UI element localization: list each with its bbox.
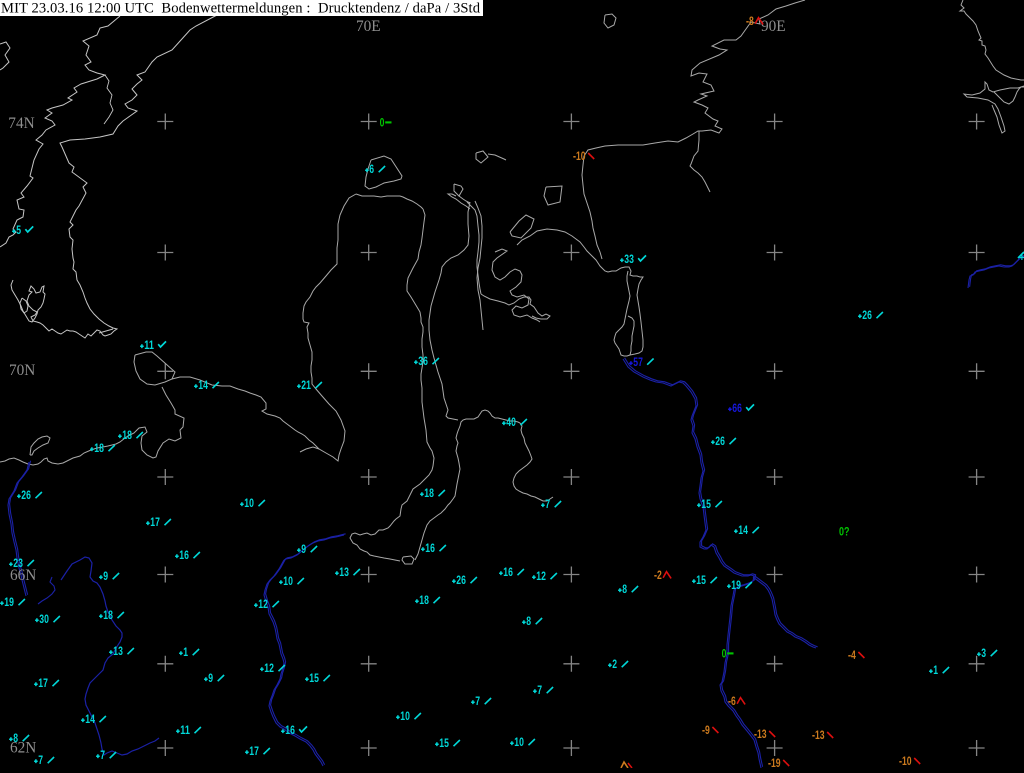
svg-text:9: 9 [103,569,108,583]
svg-text:15: 15 [309,671,319,685]
svg-text:5: 5 [16,223,21,237]
svg-text:1: 1 [183,645,188,659]
svg-text:18: 18 [103,608,113,622]
svg-text:8: 8 [526,614,531,628]
svg-text:7: 7 [537,683,542,697]
svg-text:66: 66 [732,401,742,415]
svg-text:26: 26 [862,308,872,322]
svg-text:18: 18 [419,593,429,607]
svg-text:12: 12 [536,569,546,583]
svg-text:0: 0 [380,116,385,130]
svg-text:2: 2 [657,568,662,582]
svg-text:13: 13 [757,727,767,741]
svg-text:23: 23 [13,556,23,570]
svg-text:6: 6 [369,162,374,176]
svg-text:30: 30 [39,612,49,626]
svg-text:MIT 23.03.16 12:00 UTC Bodenw: MIT 23.03.16 12:00 UTC Bodenwettermeldun… [1,1,481,17]
svg-text:57: 57 [633,355,643,369]
svg-text:19: 19 [731,578,741,592]
svg-text:0: 0 [722,647,727,661]
svg-text:19: 19 [4,595,14,609]
svg-text:6: 6 [731,694,736,708]
svg-text:10: 10 [283,574,293,588]
svg-text:16: 16 [425,541,435,555]
svg-text:13: 13 [113,644,123,658]
svg-text:10: 10 [902,754,912,768]
svg-text:16: 16 [179,548,189,562]
svg-text:14: 14 [738,523,748,537]
svg-text:11: 11 [144,338,154,352]
svg-text:15: 15 [696,573,706,587]
svg-text:2: 2 [612,657,617,671]
svg-text:10: 10 [244,496,254,510]
svg-text:0?: 0? [839,525,850,539]
svg-text:15: 15 [701,497,711,511]
svg-text:13: 13 [339,565,349,579]
svg-text:12: 12 [264,661,274,675]
svg-text:26: 26 [21,488,31,502]
svg-text:21: 21 [301,378,311,392]
svg-text:14: 14 [198,378,208,392]
svg-text:33: 33 [624,252,634,266]
svg-text:8: 8 [749,14,754,28]
svg-text:8: 8 [13,731,18,745]
svg-text:40: 40 [506,415,516,429]
svg-text:12: 12 [258,597,268,611]
svg-text:7: 7 [545,497,550,511]
svg-text:9: 9 [301,542,306,556]
svg-text:10: 10 [576,149,586,163]
svg-text:70E: 70E [356,18,381,35]
svg-text:4: 4 [851,648,856,662]
svg-text:17: 17 [150,515,160,529]
svg-text:13: 13 [815,728,825,742]
svg-text:16: 16 [285,723,295,737]
svg-text:19: 19 [771,756,781,768]
svg-text:18: 18 [94,441,104,455]
svg-text:14: 14 [85,712,95,726]
svg-text:17: 17 [249,744,259,758]
svg-text:10: 10 [514,735,524,749]
svg-text:8: 8 [622,582,627,596]
svg-text:26: 26 [715,434,725,448]
svg-text:7: 7 [475,694,480,708]
svg-text:+: + [1019,253,1024,264]
svg-text:90E: 90E [761,18,786,35]
svg-text:9: 9 [705,723,710,737]
svg-text:17: 17 [38,676,48,690]
svg-text:18: 18 [424,486,434,500]
svg-text:15: 15 [439,736,449,750]
svg-text:7: 7 [38,753,43,767]
svg-text:26: 26 [456,573,466,587]
svg-text:11: 11 [180,723,190,737]
svg-text:16: 16 [503,565,513,579]
svg-text:10: 10 [400,709,410,723]
svg-text:36: 36 [418,354,428,368]
svg-text:74N: 74N [8,115,34,132]
svg-text:18: 18 [122,428,132,442]
svg-text:3: 3 [981,646,986,660]
svg-text:9: 9 [208,671,213,685]
svg-text:1: 1 [933,663,938,677]
svg-text:7: 7 [100,748,105,762]
svg-text:70N: 70N [9,362,35,379]
